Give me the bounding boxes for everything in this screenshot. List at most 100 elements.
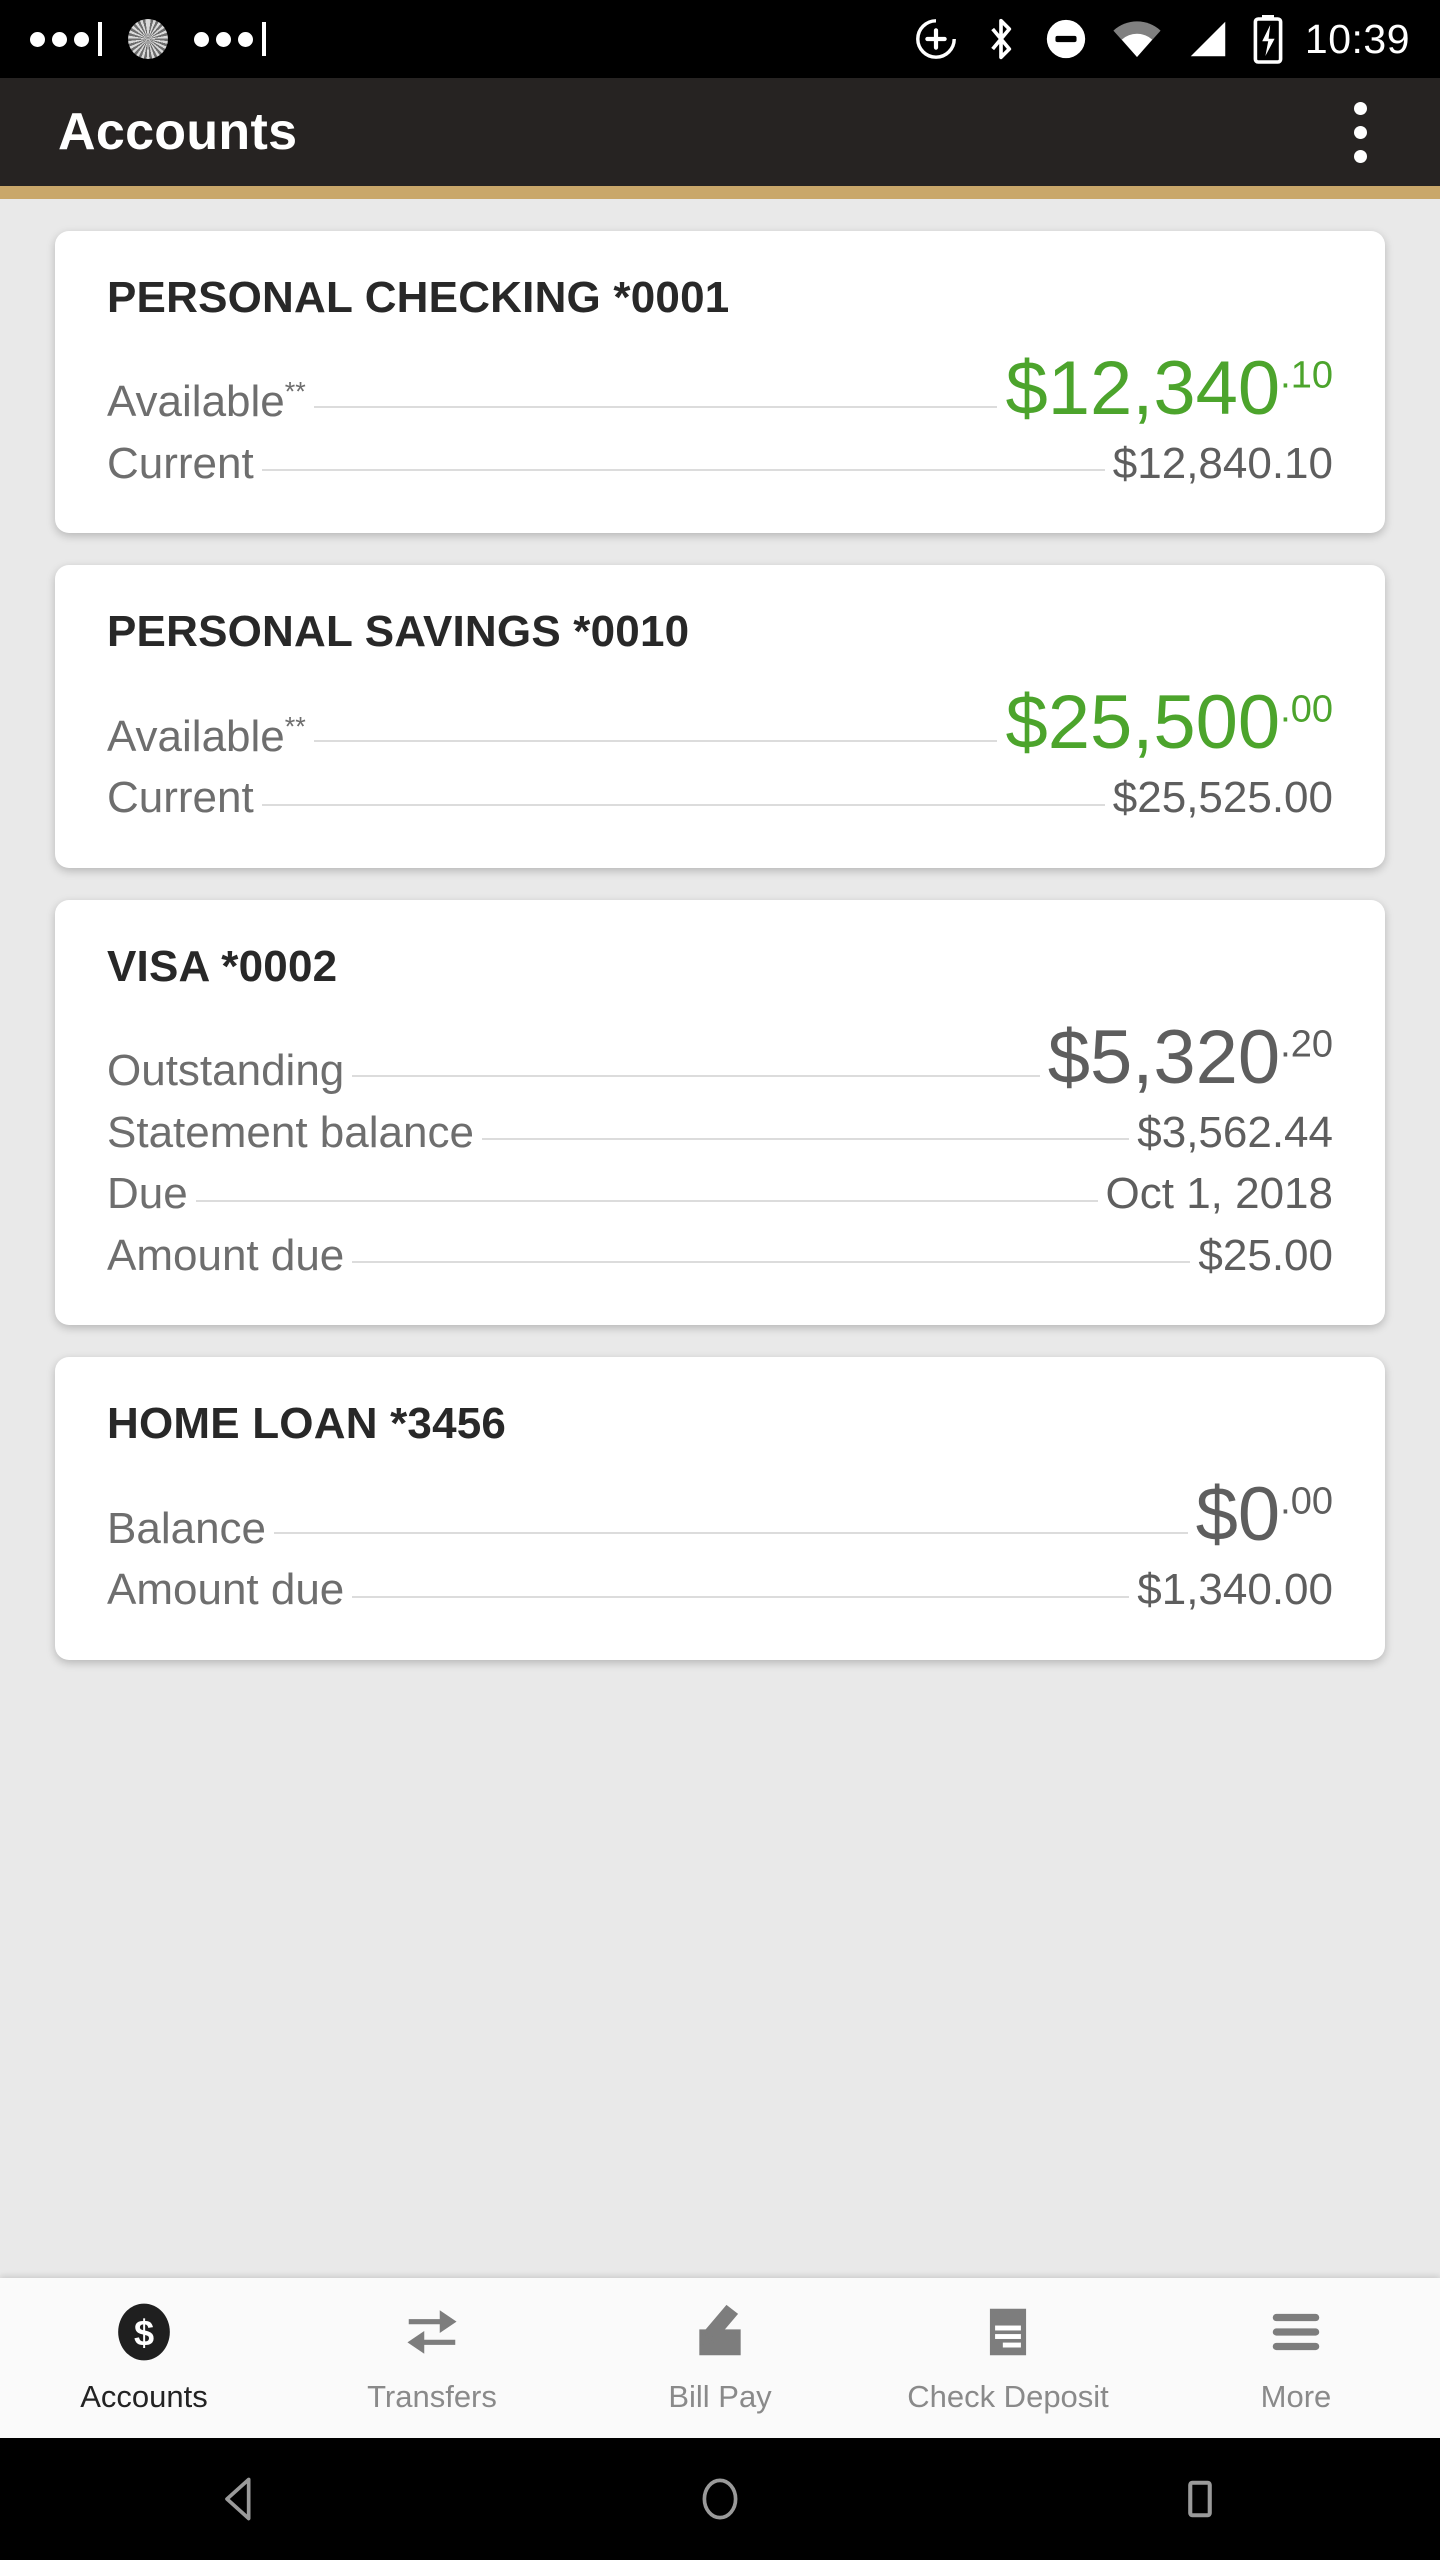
transfer-arrows-icon [401, 2301, 463, 2363]
tab-more[interactable]: More [1152, 2301, 1440, 2415]
account-primary-label: Available** [107, 713, 306, 761]
account-detail-value: $3,562.44 [1137, 1107, 1333, 1157]
account-detail-label: Amount due [107, 1230, 345, 1280]
status-bar-notifications [30, 19, 913, 59]
bottom-tab-bar: $ Accounts Transfers Bill Pay Check Deposit M… [0, 2278, 1440, 2438]
primary-dollars: $25,500 [1005, 680, 1281, 766]
tab-label: More [1260, 2379, 1332, 2414]
dollar-coin-icon: $ [113, 2301, 175, 2363]
cellular-signal-icon [1190, 21, 1226, 57]
bluetooth-icon [991, 18, 1012, 60]
account-card-title: PERSONAL CHECKING *0001 [107, 273, 730, 322]
tab-check-deposit[interactable]: Check Deposit [864, 2301, 1152, 2415]
primary-cents: .00 [1280, 1481, 1333, 1524]
tab-label: Check Deposit [907, 2379, 1109, 2414]
page-title: Accounts [58, 103, 298, 161]
leader-line [313, 740, 998, 743]
svg-text:$: $ [134, 2312, 154, 2353]
primary-label-text: Available [107, 377, 285, 427]
sync-spinner-icon [128, 19, 168, 59]
tab-label: Accounts [80, 2379, 208, 2414]
primary-dollars: $0 [1195, 1472, 1281, 1558]
footnote-marker: ** [284, 711, 306, 742]
account-detail-row: Statement balance $3,562.44 [107, 1109, 1333, 1157]
account-detail-value: $25,525.00 [1112, 773, 1333, 823]
status-bar-system-icons: 10:39 [913, 14, 1410, 64]
account-detail-label: Due [107, 1169, 188, 1219]
account-list[interactable]: PERSONAL CHECKING *0001 Available** $12,34… [0, 199, 1440, 2278]
account-detail-row: Current $25,525.00 [107, 774, 1333, 822]
primary-label-text: Available [107, 711, 285, 761]
notification-dots-1-icon [30, 22, 102, 56]
account-detail-row: Current $12,840.10 [107, 440, 1333, 488]
account-card-title: HOME LOAN *3456 [107, 1399, 507, 1449]
tab-accounts[interactable]: $ Accounts [0, 2301, 288, 2415]
account-detail-value: Oct 1, 2018 [1105, 1169, 1333, 1219]
account-card[interactable]: PERSONAL CHECKING *0001 Available** $12,34… [55, 231, 1385, 534]
account-detail-row: Amount due $25.00 [107, 1232, 1333, 1280]
account-primary-label: Balance [107, 1505, 266, 1553]
hamburger-menu-icon [1265, 2301, 1327, 2363]
account-detail-label: Amount due [107, 1565, 345, 1615]
app-bar: Accounts [0, 78, 1440, 186]
account-primary-value: $25,500.00 [1005, 685, 1333, 761]
primary-label-text: Balance [107, 1503, 267, 1553]
status-bar-clock: 10:39 [1304, 15, 1410, 62]
tab-bill-pay[interactable]: Bill Pay [576, 2301, 864, 2415]
account-primary-row: Available** $12,340.10 [107, 351, 1333, 427]
primary-cents: .20 [1280, 1023, 1333, 1066]
leader-line [274, 1532, 1188, 1535]
primary-label-text: Outstanding [107, 1046, 345, 1096]
account-detail-row: Amount due $1,340.00 [107, 1566, 1333, 1614]
do-not-disturb-icon [1046, 19, 1086, 59]
home-circle-icon[interactable] [660, 2438, 780, 2560]
leader-line [195, 1199, 1098, 1202]
account-primary-row: Balance $0.00 [107, 1477, 1333, 1553]
account-card[interactable]: VISA *0002 Outstanding $5,320.20 Statement … [55, 899, 1385, 1326]
status-bar: 10:39 [0, 0, 1440, 78]
tab-label: Transfers [367, 2379, 497, 2414]
envelope-pen-icon [689, 2301, 751, 2363]
account-detail-value: $1,340.00 [1137, 1565, 1333, 1615]
account-detail-row: Due Oct 1, 2018 [107, 1170, 1333, 1218]
account-detail-label: Statement balance [107, 1107, 474, 1157]
account-detail-value: $25.00 [1198, 1230, 1333, 1280]
battery-charging-icon [1253, 15, 1283, 64]
account-card[interactable]: HOME LOAN *3456 Balance $0.00 Amount due $1,… [55, 1357, 1385, 1660]
leader-line [313, 405, 998, 408]
wifi-icon [1113, 21, 1161, 57]
back-triangle-icon[interactable] [180, 2438, 300, 2560]
leader-line [352, 1074, 1040, 1077]
account-primary-value: $12,340.10 [1005, 351, 1333, 427]
leader-line [352, 1261, 1191, 1264]
leader-line [261, 469, 1105, 472]
account-card-title: VISA *0002 [107, 941, 338, 991]
android-navigation-bar [0, 2438, 1440, 2560]
account-primary-label: Outstanding [107, 1047, 344, 1095]
overflow-menu-icon[interactable] [1336, 88, 1385, 177]
accent-divider [0, 186, 1440, 199]
notification-dots-2-icon [194, 22, 266, 56]
primary-cents: .10 [1280, 354, 1333, 397]
account-detail-value: $12,840.10 [1112, 438, 1333, 488]
account-primary-row: Available** $25,500.00 [107, 685, 1333, 761]
account-primary-row: Outstanding $5,320.20 [107, 1019, 1333, 1095]
primary-cents: .00 [1280, 689, 1333, 732]
leader-line [352, 1595, 1130, 1598]
tab-label: Bill Pay [668, 2379, 772, 2414]
account-primary-label: Available** [107, 378, 306, 426]
recents-square-icon[interactable] [1140, 2438, 1260, 2560]
leader-line [261, 803, 1105, 806]
account-detail-label: Current [107, 438, 254, 488]
footnote-marker: ** [284, 376, 306, 407]
tab-transfers[interactable]: Transfers [288, 2301, 576, 2415]
location-add-icon [915, 19, 956, 59]
check-document-icon [977, 2301, 1039, 2363]
leader-line [481, 1138, 1130, 1141]
account-card[interactable]: PERSONAL SAVINGS *0010 Available** $25,500… [55, 565, 1385, 868]
phone-screen: 10:39 Accounts PERSONAL CHECKING *0001 Av… [0, 0, 1440, 2560]
primary-dollars: $5,320 [1047, 1014, 1281, 1100]
account-primary-value: $0.00 [1196, 1477, 1333, 1553]
account-primary-value: $5,320.20 [1048, 1019, 1333, 1095]
primary-dollars: $12,340 [1005, 346, 1281, 431]
